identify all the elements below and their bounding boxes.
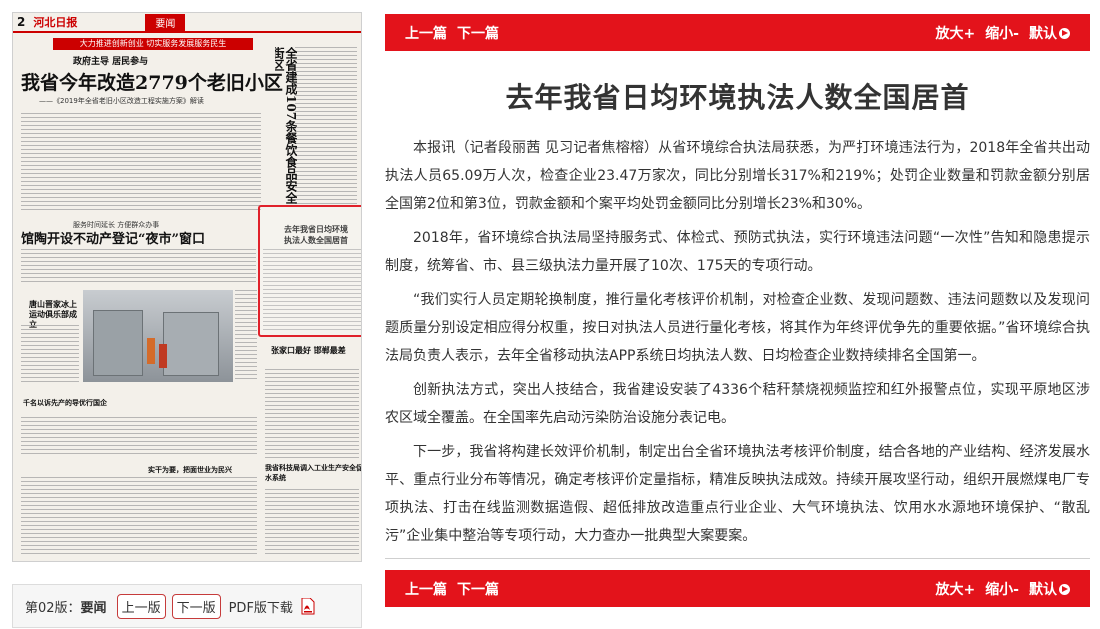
article-paragraph: 创新执法方式，突出人技结合，我省建设安装了4336个秸秆禁烧视频监控和红外报警点… <box>385 382 1090 426</box>
thumbnail-text-block <box>21 417 257 457</box>
thumbnail-header: 2 河北日报 要闻 <box>13 13 361 33</box>
prev-article-button[interactable]: 上一篇 <box>405 579 447 599</box>
next-article-button[interactable]: 下一篇 <box>457 23 499 43</box>
article-paragraph: 下一步，我省将构建长效评价机制，制定出台全省环境执法考核评价制度，结合各地的产业… <box>385 444 1090 544</box>
page-section-name: 要闻 <box>80 600 107 616</box>
current-page-label: 第02版：要闻 <box>25 597 107 616</box>
photo-worker <box>147 338 155 364</box>
play-circle-icon <box>1059 27 1070 39</box>
thumbnail-mid-headline[interactable]: 馆陶开设不动产登记“夜市”窗口 <box>21 228 205 247</box>
thumbnail-paper-logo: 河北日报 <box>33 16 78 29</box>
thumbnail-text-block <box>265 369 359 459</box>
page-navigation: 第02版：要闻 上一版 下一版 PDF版下载 <box>12 584 362 628</box>
zoom-in-button[interactable]: 放大+ <box>935 23 975 43</box>
article-content: 去年我省日均环境执法人数全国居首 本报讯（记者段丽茜 见习记者焦榕榕）从省环境综… <box>385 60 1090 556</box>
thumbnail-text-block <box>21 325 79 385</box>
photo-worker <box>159 344 167 368</box>
thumbnail-subheading: 政府主导 居民参与 <box>73 57 149 67</box>
thumbnail-photo <box>83 290 233 382</box>
zoom-in-button[interactable]: 放大+ <box>935 579 975 599</box>
next-article-button[interactable]: 下一篇 <box>457 579 499 599</box>
article-paragraph: 本报讯（记者段丽茜 见习记者焦榕榕）从省环境综合执法局获悉，为严打环境违法行为，… <box>385 140 1090 212</box>
thumbnail-text-block <box>21 477 257 557</box>
thumbnail-text-block <box>235 290 257 382</box>
reset-zoom-button[interactable]: 默认 <box>1029 23 1070 43</box>
current-article-highlight[interactable] <box>258 205 361 337</box>
thumbnail-banner: 大力推进创新创业 切实服务发展服务民生 <box>53 38 253 50</box>
thumbnail-headline[interactable]: 千名以诉先产的导优行国企 <box>23 398 113 408</box>
thumbnail-text-block <box>21 113 261 213</box>
thumbnail-vertical-headline[interactable]: 全省建成107条餐饮食品安全街区 <box>275 47 297 215</box>
thumbnail-text-block <box>21 249 256 285</box>
article-title: 去年我省日均环境执法人数全国居首 <box>505 81 970 114</box>
play-circle-icon <box>1059 583 1070 595</box>
thumbnail-headline[interactable]: 张家口最好 邯郸最差 <box>271 346 361 356</box>
thumbnail-headline[interactable]: 我省科技局调入工业生产安全促水系统 <box>265 463 361 483</box>
zoom-out-button[interactable]: 缩小- <box>985 579 1019 599</box>
thumbnail-page-number: 2 <box>17 15 26 29</box>
prev-article-button[interactable]: 上一篇 <box>405 23 447 43</box>
article-toolbar-bottom: 上一篇 下一篇 放大+ 缩小- 默认 <box>385 570 1090 607</box>
thumbnail-headline[interactable]: 实干为要，把面世业为民兴 <box>148 465 232 475</box>
reset-zoom-button[interactable]: 默认 <box>1029 579 1070 599</box>
article-paragraph: “我们实行人员定期轮换制度，推行量化考核评价机制，对检查企业数、发现问题数、违法… <box>385 292 1090 364</box>
article-toolbar-top: 上一篇 下一篇 放大+ 缩小- 默认 <box>385 14 1090 51</box>
article-paragraph: 2018年，省环境综合执法局坚持服务式、体检式、预防式执法，实行环境违法问题“一… <box>385 230 1090 274</box>
article-divider <box>385 558 1090 559</box>
photo-cabinet <box>163 312 219 376</box>
thumbnail-section-tag: 要闻 <box>145 13 186 31</box>
prev-page-button[interactable]: 上一版 <box>116 593 166 619</box>
reset-zoom-label: 默认 <box>1029 25 1057 42</box>
pdf-download-link[interactable]: PDF版下载 <box>229 597 293 616</box>
thumbnail-text-block <box>295 47 357 207</box>
zoom-out-button[interactable]: 缩小- <box>985 23 1019 43</box>
thumbnail-text-block <box>265 489 359 557</box>
pdf-icon[interactable] <box>301 597 315 615</box>
newspaper-page-thumbnail: 2 河北日报 要闻 大力推进创新创业 切实服务发展服务民生 政府主导 居民参与 … <box>12 12 362 562</box>
thumbnail-lead-headline[interactable]: 我省今年改造2779个老旧小区 <box>21 68 283 95</box>
next-page-button[interactable]: 下一版 <box>171 593 221 619</box>
thumbnail-lead-subtitle: ——《2019年全省老旧小区改造工程实施方案》解读 <box>39 97 204 105</box>
reset-zoom-label: 默认 <box>1029 581 1057 598</box>
page-prefix: 第02版： <box>25 600 81 616</box>
photo-cabinet <box>93 310 143 376</box>
